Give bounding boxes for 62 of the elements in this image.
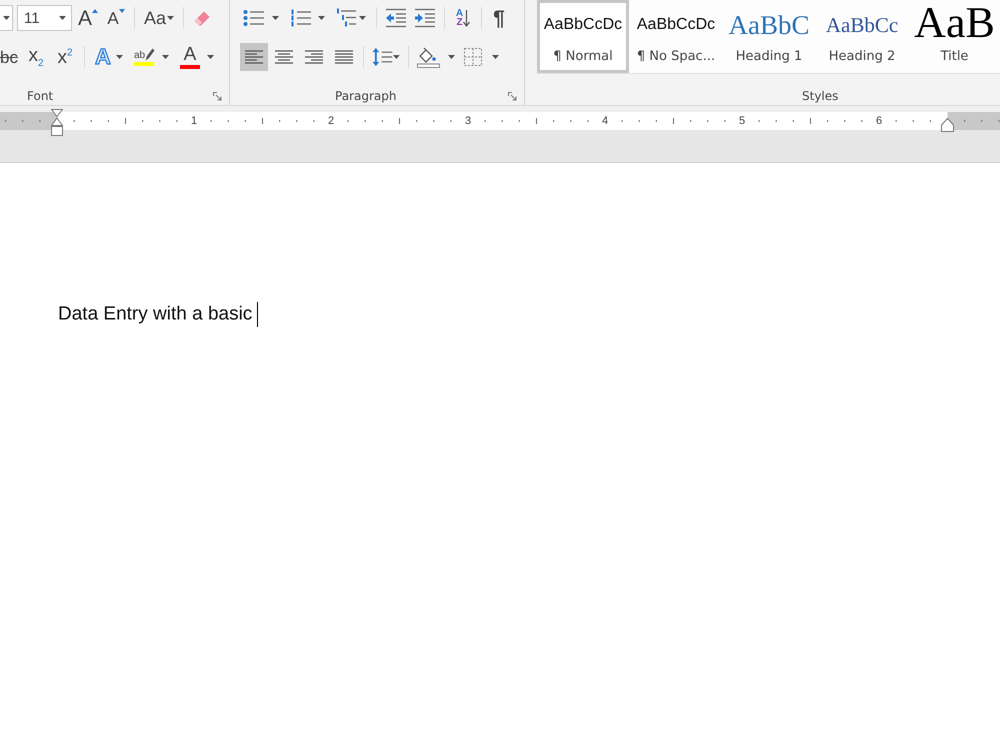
shrink-font-button[interactable]: A xyxy=(104,5,128,31)
highlight-button[interactable]: ab xyxy=(130,43,172,71)
document-text: Data Entry with a basic xyxy=(58,304,252,324)
ruler-number: 4 xyxy=(600,114,610,128)
style-preview-text: AaBbCc xyxy=(826,12,898,39)
ruler-number: 1 xyxy=(190,114,198,128)
decrease-indent-icon xyxy=(385,8,407,28)
caret-icon xyxy=(59,16,66,20)
dialog-launcher-icon[interactable] xyxy=(213,92,222,100)
align-right-icon xyxy=(305,49,323,65)
font-size-field[interactable]: 11 xyxy=(17,5,72,31)
style-preview-text: AaBbCcDc xyxy=(636,15,716,35)
style-gallery-item[interactable]: AaBbCc Heading 2 xyxy=(816,0,908,73)
pen-icon xyxy=(145,48,156,61)
numbered-list-icon xyxy=(290,8,312,28)
style-gallery-item[interactable]: AaBbCcDc ¶ No Spac... xyxy=(630,0,722,73)
style-gallery-item[interactable]: AaBbC Heading 1 xyxy=(723,0,815,73)
style-preview-text: AaB xyxy=(914,3,995,47)
down-arrow-icon xyxy=(463,9,470,27)
style-preview-text: AaBbC xyxy=(728,9,810,42)
ruler-number: 3 xyxy=(464,114,472,128)
group-label: Styles xyxy=(802,88,838,104)
superscript-button[interactable]: x$^{2}$ xyxy=(52,43,77,71)
style-name: ¶ Normal xyxy=(553,48,613,66)
align-left-icon xyxy=(245,49,263,65)
borders-icon xyxy=(464,48,482,66)
style-name: Heading 1 xyxy=(736,48,802,66)
style-gallery-item[interactable]: AaBbCcDc ¶ Normal xyxy=(537,0,629,73)
increase-indent-icon xyxy=(414,8,436,28)
bulleted-list-icon xyxy=(243,8,265,28)
text-cursor xyxy=(257,302,258,327)
show-marks-button[interactable]: ¶ xyxy=(489,5,509,31)
style-name: Title xyxy=(940,48,968,66)
strikethrough-button[interactable]: bc xyxy=(0,43,19,71)
font-color-button[interactable]: A xyxy=(176,43,217,71)
indent-marker-icon[interactable] xyxy=(51,109,63,137)
subscript-button[interactable]: x$_{2}$ xyxy=(24,43,48,71)
line-spacing-icon xyxy=(372,47,394,67)
indent-marker-icon[interactable] xyxy=(941,118,954,132)
ruler-number: 5 xyxy=(738,114,746,128)
style-gallery-item[interactable]: AaB Title xyxy=(909,0,1000,73)
grow-font-button[interactable]: A xyxy=(76,5,100,31)
align-center-icon xyxy=(275,49,293,65)
eraser-icon xyxy=(194,10,210,26)
style-name: ¶ No Spac... xyxy=(636,48,716,66)
style-preview-text: AaBbCcDc xyxy=(544,15,622,35)
font-name-field[interactable] xyxy=(0,5,13,31)
group-label: Font xyxy=(27,88,54,104)
align-left-button[interactable] xyxy=(240,43,268,71)
change-case-button[interactable]: Aa xyxy=(141,5,177,31)
style-name: Heading 2 xyxy=(828,48,896,66)
caret-icon xyxy=(2,16,10,20)
justify-icon xyxy=(335,49,353,65)
ruler-number: 6 xyxy=(874,114,884,128)
down-triangle-icon xyxy=(118,9,125,13)
dialog-launcher-icon[interactable] xyxy=(508,92,517,100)
sort-button[interactable]: A Z xyxy=(452,5,474,31)
group-label: Paragraph xyxy=(335,88,396,104)
paint-bucket-icon xyxy=(417,46,441,68)
multilevel-list-icon xyxy=(336,8,357,28)
up-triangle-icon xyxy=(92,9,98,13)
ruler-number: 2 xyxy=(326,114,336,128)
